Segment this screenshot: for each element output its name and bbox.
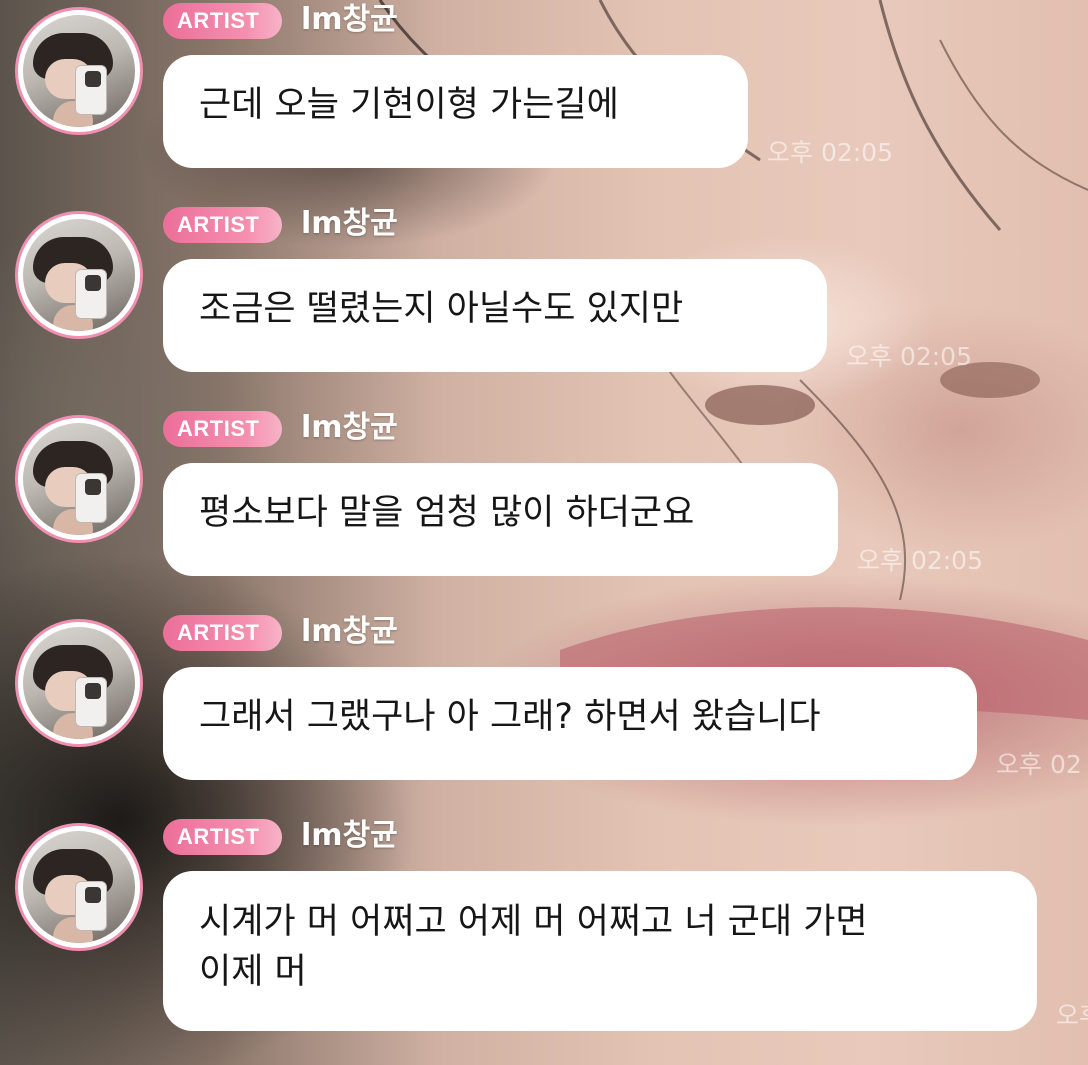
artist-avatar[interactable]	[15, 415, 143, 543]
message-bubble[interactable]: 그래서 그랬구나 아 그래? 하면서 왔습니다	[163, 667, 977, 780]
sender-name[interactable]: lm창균	[301, 0, 398, 40]
message-bubble[interactable]: 평소보다 말을 엄청 많이 하더군요	[163, 463, 838, 576]
message-bubble[interactable]: 근데 오늘 기현이형 가는길에	[163, 55, 748, 168]
artist-badge: ARTIST	[163, 207, 282, 243]
artist-avatar[interactable]	[15, 823, 143, 951]
artist-badge: ARTIST	[163, 411, 282, 447]
artist-avatar[interactable]	[15, 211, 143, 339]
message-timestamp: 오후 02:05	[846, 342, 972, 371]
message-text-line: 시계가 머 어쩌고 어제 머 어쩌고 너 군대 가면	[199, 902, 868, 942]
artist-badge: ARTIST	[163, 615, 282, 651]
message-bubble[interactable]: 시계가 머 어쩌고 어제 머 어쩌고 너 군대 가면 이제 머	[163, 871, 1037, 1031]
artist-badge: ARTIST	[163, 3, 282, 39]
message-bubble[interactable]: 조금은 떨렸는지 아닐수도 있지만	[163, 259, 827, 372]
message-timestamp: 오후 02:05	[857, 546, 983, 575]
artist-avatar[interactable]	[15, 619, 143, 747]
message-text-line: 이제 머	[199, 952, 307, 992]
message-timestamp: 오후 02:05	[767, 138, 893, 167]
message-timestamp: 오후 02	[996, 750, 1082, 779]
message-timestamp: 오후	[1056, 1001, 1088, 1030]
artist-avatar[interactable]	[15, 7, 143, 135]
artist-badge: ARTIST	[163, 819, 282, 855]
sender-name[interactable]: lm창균	[301, 408, 398, 448]
sender-name[interactable]: lm창균	[301, 816, 398, 856]
sender-name[interactable]: lm창균	[301, 612, 398, 652]
sender-name[interactable]: lm창균	[301, 204, 398, 244]
